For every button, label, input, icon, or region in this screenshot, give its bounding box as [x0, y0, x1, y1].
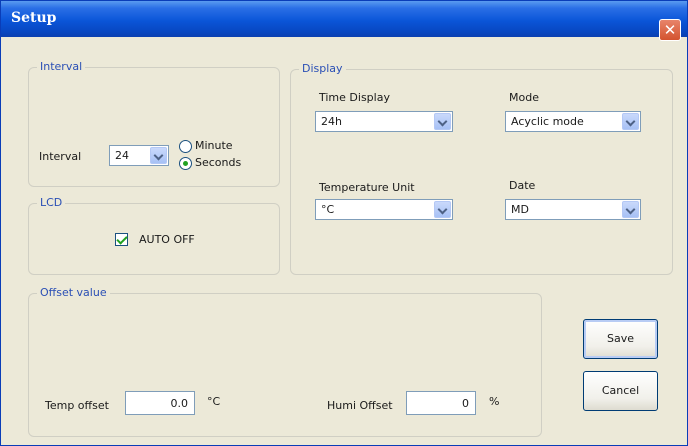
interval-select-value: 24 — [115, 149, 129, 162]
chevron-down-icon[interactable] — [434, 113, 451, 130]
auto-off-label[interactable]: AUTO OFF — [139, 233, 195, 246]
window-title: Setup — [11, 10, 57, 26]
temp-offset-input[interactable]: 0.0 — [125, 391, 195, 415]
chevron-down-icon[interactable] — [434, 201, 451, 218]
mode-select[interactable]: Acyclic mode — [505, 111, 641, 132]
chevron-down-icon[interactable] — [622, 113, 639, 130]
auto-off-checkbox[interactable] — [115, 233, 128, 246]
display-group: Display Time Display 24h Mode Acyclic mo… — [290, 62, 673, 275]
temperature-unit-value: °C — [321, 203, 335, 216]
interval-group: Interval Interval 24 Minute Seconds — [28, 60, 280, 187]
offset-group: Offset value Temp offset 0.0 °C Humi Off… — [28, 286, 542, 437]
humi-offset-unit: % — [489, 395, 500, 408]
temp-offset-label: Temp offset — [45, 399, 109, 412]
mode-label: Mode — [509, 91, 539, 104]
save-button[interactable]: Save — [583, 319, 658, 359]
date-select[interactable]: MD — [505, 199, 641, 220]
interval-group-title: Interval — [37, 60, 86, 73]
close-icon: ✕ — [663, 21, 677, 39]
temperature-unit-label: Temperature Unit — [319, 181, 415, 194]
interval-label: Interval — [39, 150, 82, 163]
temperature-unit-select[interactable]: °C — [315, 199, 453, 220]
lcd-group: LCD AUTO OFF — [28, 196, 280, 275]
seconds-radio-label[interactable]: Seconds — [195, 156, 241, 169]
close-button[interactable]: ✕ — [659, 19, 681, 41]
date-label: Date — [509, 179, 536, 192]
humi-offset-input[interactable]: 0 — [406, 391, 476, 415]
title-bar[interactable]: Setup — [1, 1, 687, 37]
time-display-value: 24h — [321, 115, 342, 128]
offset-group-title: Offset value — [37, 286, 110, 299]
chevron-down-icon[interactable] — [150, 147, 167, 164]
seconds-radio[interactable] — [179, 157, 192, 170]
setup-window: Setup ✕ Interval Interval 24 Minute Seco… — [0, 0, 688, 446]
minute-radio[interactable] — [179, 140, 192, 153]
lcd-group-title: LCD — [37, 196, 66, 209]
time-display-select[interactable]: 24h — [315, 111, 453, 132]
temp-offset-unit: °C — [207, 395, 221, 408]
humi-offset-label: Humi Offset — [327, 399, 393, 412]
display-group-title: Display — [299, 62, 346, 75]
date-value: MD — [511, 203, 529, 216]
mode-value: Acyclic mode — [511, 115, 584, 128]
time-display-label: Time Display — [319, 91, 390, 104]
chevron-down-icon[interactable] — [622, 201, 639, 218]
minute-radio-label[interactable]: Minute — [195, 139, 233, 152]
interval-select[interactable]: 24 — [109, 145, 169, 166]
cancel-button[interactable]: Cancel — [583, 371, 658, 411]
